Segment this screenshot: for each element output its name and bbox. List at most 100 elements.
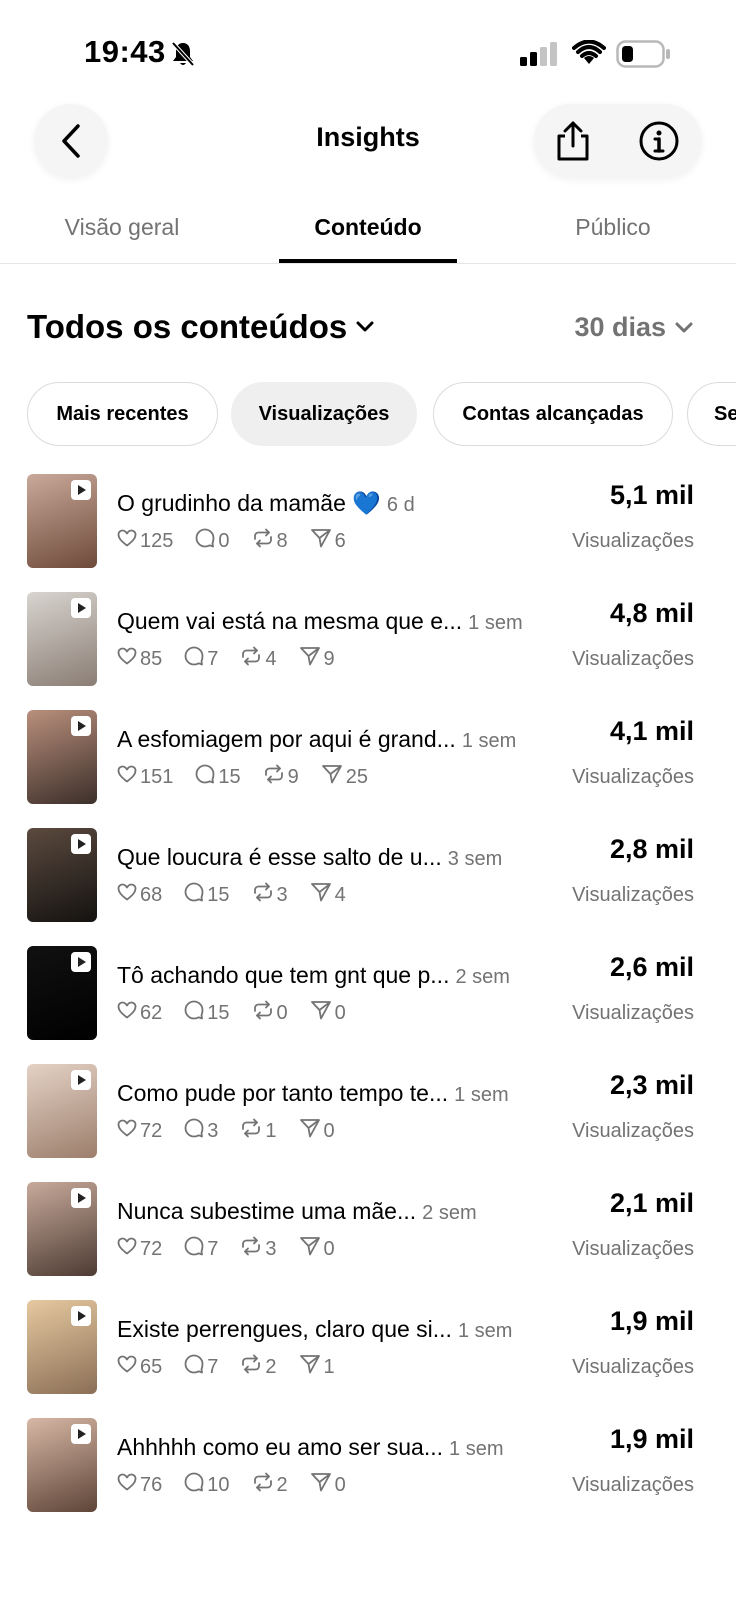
likes-stat: 151	[117, 765, 173, 789]
content-type-dropdown[interactable]: Todos os conteúdos	[27, 308, 375, 346]
post-caption: Nunca subestime uma mãe...	[117, 1198, 417, 1224]
video-thumbnail[interactable]	[27, 592, 97, 686]
reposts-count: 3	[276, 883, 288, 906]
active-tab-indicator	[279, 259, 457, 263]
comments-count: 7	[207, 647, 219, 670]
views-label: Visualizações	[572, 1474, 694, 1496]
video-thumbnail[interactable]	[27, 1182, 97, 1276]
caption-line: Quem vai está na mesma que e... 1 sem	[117, 608, 537, 635]
shares-stat: 6	[310, 528, 346, 554]
shares-count: 0	[323, 1119, 335, 1142]
share-icon	[557, 121, 589, 161]
send-icon	[299, 1236, 324, 1262]
likes-stat: 85	[117, 647, 162, 671]
post-age: 1 sem	[454, 1084, 509, 1106]
tab-overview[interactable]: Visão geral	[46, 214, 198, 241]
post-age: 1 sem	[449, 1438, 504, 1460]
post-caption: Tô achando que tem gnt que p...	[117, 962, 450, 988]
content-row[interactable]: Como pude por tanto tempo te... 1 sem 72 3 1…	[0, 1064, 736, 1158]
video-thumbnail[interactable]	[27, 474, 97, 568]
post-caption: Ahhhhh como eu amo ser sua...	[117, 1434, 444, 1460]
likes-count: 151	[140, 765, 174, 788]
send-icon	[299, 1354, 324, 1380]
reposts-stat: 3	[252, 882, 288, 908]
shares-count: 25	[345, 765, 368, 788]
likes-count: 125	[140, 529, 174, 552]
period-label: 30 dias	[574, 312, 666, 342]
post-stats: 76 10 2 0	[117, 1472, 368, 1498]
post-caption: Como pude por tanto tempo te...	[117, 1080, 449, 1106]
chip-views[interactable]: Visualizações	[231, 382, 417, 446]
content-row[interactable]: Ahhhhh como eu amo ser sua... 1 sem 76 10 2 0…	[0, 1418, 736, 1512]
reel-icon	[71, 1424, 91, 1444]
views-value: 2,8 mil	[609, 834, 694, 864]
reposts-stat: 4	[240, 646, 277, 672]
video-thumbnail[interactable]	[27, 710, 97, 804]
likes-count: 62	[140, 1001, 163, 1024]
comment-icon	[184, 1472, 207, 1498]
likes-count: 72	[140, 1237, 163, 1260]
content-row[interactable]: A esfomiagem por aqui é grand... 1 sem 151…	[0, 710, 736, 804]
tab-audience[interactable]: Público	[540, 214, 686, 241]
content-row[interactable]: O grudinho da mamãe 💙 6 d 125 0 8 6 5,1 mil Vis…	[0, 474, 736, 568]
info-button[interactable]	[636, 118, 682, 164]
post-caption: A esfomiagem por aqui é grand...	[117, 726, 456, 752]
views-value: 4,1 mil	[609, 716, 694, 746]
reposts-stat: 3	[240, 1236, 277, 1262]
chip-accounts-reached[interactable]: Contas alcançadas	[433, 382, 673, 446]
reel-icon	[71, 952, 91, 972]
comment-icon	[184, 646, 207, 672]
comment-icon	[184, 882, 207, 908]
content-type-label: Todos os conteúdos	[27, 308, 348, 345]
repost-icon	[263, 764, 288, 790]
shares-stat: 0	[299, 1236, 335, 1262]
likes-stat: 72	[117, 1237, 162, 1261]
video-thumbnail[interactable]	[27, 946, 97, 1040]
comments-count: 15	[207, 883, 230, 906]
content-row[interactable]: Que loucura é esse salto de u... 3 sem 68 1…	[0, 828, 736, 922]
caption-line: Ahhhhh como eu amo ser sua... 1 sem	[117, 1434, 537, 1461]
reposts-count: 2	[276, 1473, 288, 1496]
views-value: 2,3 mil	[609, 1070, 694, 1100]
shares-stat: 0	[299, 1118, 335, 1144]
views-value: 2,6 mil	[609, 952, 694, 982]
period-dropdown[interactable]: 30 dias	[574, 312, 694, 343]
shares-count: 0	[334, 1473, 346, 1496]
comment-icon	[184, 1000, 207, 1026]
reposts-stat: 0	[252, 1000, 288, 1026]
repost-icon	[252, 528, 277, 554]
post-stats: 65 7 2 1	[117, 1354, 357, 1380]
views-value: 5,1 mil	[609, 480, 694, 510]
video-thumbnail[interactable]	[27, 1300, 97, 1394]
content-row[interactable]: Existe perrengues, claro que si... 1 sem 6…	[0, 1300, 736, 1394]
chip-more[interactable]: Se	[687, 382, 736, 446]
reel-icon	[71, 598, 91, 618]
content-row[interactable]: Nunca subestime uma mãe... 2 sem 72 7 3 0 2,1 …	[0, 1182, 736, 1276]
content-row[interactable]: Tô achando que tem gnt que p... 2 sem 62 15…	[0, 946, 736, 1040]
share-button[interactable]	[550, 118, 596, 164]
reel-icon	[71, 834, 91, 854]
caption-line: Como pude por tanto tempo te... 1 sem	[117, 1080, 537, 1107]
post-age: 2 sem	[422, 1202, 477, 1224]
shares-count: 1	[323, 1355, 335, 1378]
comments-stat: 15	[195, 764, 241, 790]
reposts-stat: 8	[252, 528, 288, 554]
content-row[interactable]: Quem vai está na mesma que e... 1 sem 85 7 4…	[0, 592, 736, 686]
comments-count: 10	[207, 1473, 230, 1496]
tab-content[interactable]: Conteúdo	[279, 214, 457, 241]
video-thumbnail[interactable]	[27, 1064, 97, 1158]
views-value: 4,8 mil	[609, 598, 694, 628]
reposts-count: 8	[276, 529, 288, 552]
heart-icon	[117, 1237, 140, 1261]
video-thumbnail[interactable]	[27, 1418, 97, 1512]
shares-count: 6	[334, 529, 346, 552]
heart-icon	[117, 529, 140, 553]
reel-icon	[71, 1070, 91, 1090]
post-age: 1 sem	[468, 612, 523, 634]
caption-line: O grudinho da mamãe 💙 6 d	[117, 490, 537, 517]
signal-icon	[520, 42, 557, 66]
video-thumbnail[interactable]	[27, 828, 97, 922]
caption-line: Existe perrengues, claro que si... 1 sem	[117, 1316, 537, 1343]
chip-most-recent[interactable]: Mais recentes	[27, 382, 218, 446]
comments-count: 15	[218, 765, 241, 788]
